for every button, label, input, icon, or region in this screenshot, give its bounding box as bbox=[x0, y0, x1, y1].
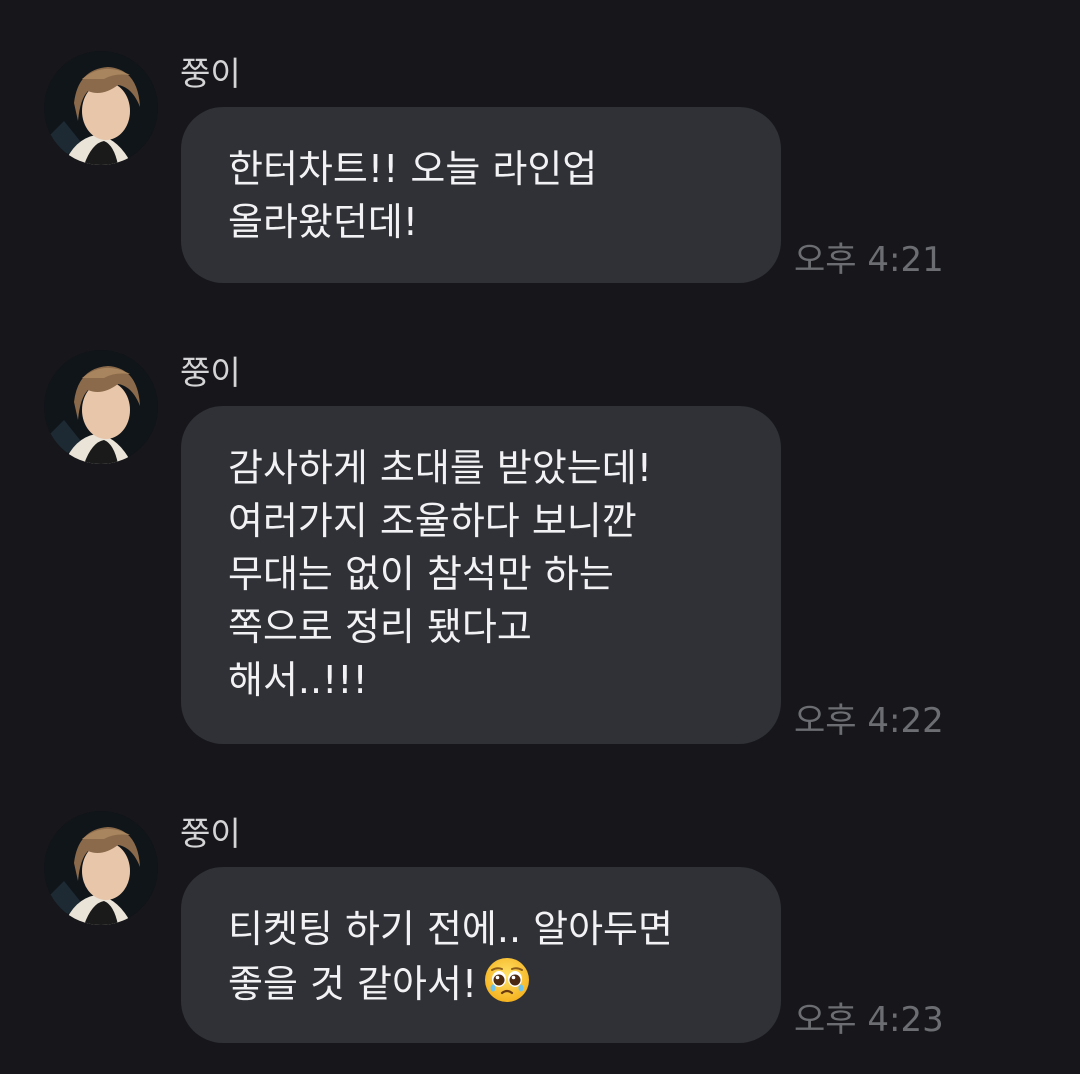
message-line: 티켓팅 하기 전에.. 알아두면 bbox=[228, 907, 673, 951]
sender-name: 쭝이 bbox=[180, 353, 241, 392]
avatar[interactable] bbox=[44, 811, 158, 925]
sender-name: 쭝이 bbox=[180, 814, 241, 853]
avatar-photo bbox=[44, 51, 158, 165]
message-line: 올라왔던데! bbox=[228, 200, 419, 244]
message-line: 해서..!!! bbox=[228, 658, 368, 702]
message-line-with-emoji: 좋을 것 같아서! bbox=[228, 956, 741, 1018]
avatar-photo bbox=[44, 350, 158, 464]
avatar[interactable] bbox=[44, 51, 158, 165]
message-line: 감사하게 초대를 받았는데! bbox=[228, 446, 652, 490]
message-line: 한터차트!! 오늘 라인업 bbox=[228, 147, 598, 191]
pleading-face-emoji bbox=[483, 956, 531, 1018]
message-line: 무대는 없이 참석만 하는 bbox=[228, 552, 614, 596]
message-line: 좋을 것 같아서! bbox=[228, 962, 478, 1006]
message-bubble[interactable]: 한터차트!! 오늘 라인업 올라왔던데! bbox=[181, 107, 781, 283]
message-bubble[interactable]: 감사하게 초대를 받았는데! 여러가지 조율하다 보니깐 무대는 없이 참석만 … bbox=[181, 406, 781, 744]
message-line: 쪽으로 정리 됐다고 bbox=[228, 605, 532, 649]
chat-view: 쭝이 한터차트!! 오늘 라인업 올라왔던데! 오후 4:21 쭝이 감사하게 … bbox=[0, 0, 1080, 1074]
message-time: 오후 4:23 bbox=[794, 1000, 944, 1040]
message-bubble[interactable]: 티켓팅 하기 전에.. 알아두면 좋을 것 같아서! bbox=[181, 867, 781, 1043]
message-time: 오후 4:21 bbox=[794, 240, 944, 280]
message-line: 여러가지 조율하다 보니깐 bbox=[228, 499, 637, 543]
message-time: 오후 4:22 bbox=[794, 701, 944, 741]
sender-name: 쭝이 bbox=[180, 54, 241, 93]
avatar-photo bbox=[44, 811, 158, 925]
avatar[interactable] bbox=[44, 350, 158, 464]
